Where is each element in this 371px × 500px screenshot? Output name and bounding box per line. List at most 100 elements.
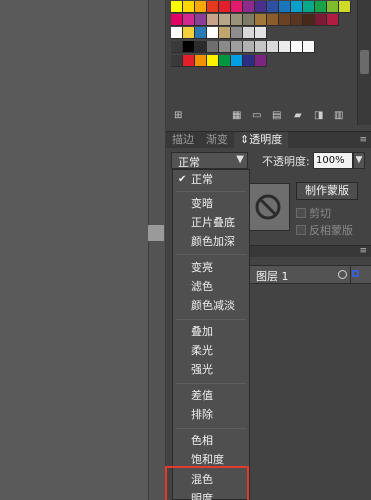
color-swatch[interactable] [315, 14, 327, 26]
layer-row[interactable]: 图层 1 [248, 265, 371, 284]
color-swatch[interactable] [267, 14, 279, 26]
menu-item-hard-light[interactable]: 强光 [173, 361, 249, 379]
color-swatch[interactable] [195, 55, 207, 67]
color-swatch[interactable] [207, 1, 219, 13]
swatch-kind-icon[interactable]: ▦ [232, 110, 244, 121]
color-swatch[interactable] [171, 27, 183, 39]
color-swatch[interactable] [207, 14, 219, 26]
menu-item-multiply[interactable]: 正片叠底 [173, 214, 249, 232]
selection-square-icon[interactable] [352, 270, 359, 277]
color-swatch[interactable] [171, 55, 183, 67]
color-swatch[interactable] [207, 55, 219, 67]
menu-item-difference[interactable]: 差值 [173, 387, 249, 405]
opacity-input[interactable]: 100% [313, 152, 353, 169]
color-swatch[interactable] [219, 27, 231, 39]
color-swatch[interactable] [207, 41, 219, 53]
invert-mask-option[interactable]: 反相蒙版 [296, 223, 353, 237]
color-swatch[interactable] [267, 1, 279, 13]
color-swatch[interactable] [195, 14, 207, 26]
color-swatch[interactable] [183, 41, 195, 53]
color-swatch[interactable] [171, 1, 183, 13]
color-swatch[interactable] [183, 1, 195, 13]
color-swatch[interactable] [327, 14, 339, 26]
swatch-options-icon[interactable]: ▭ [252, 110, 264, 121]
menu-item-color-dodge[interactable]: 颜色减淡 [173, 297, 249, 315]
tab-transparency[interactable]: ⇕透明度 [234, 132, 289, 149]
color-swatch[interactable] [219, 55, 231, 67]
color-swatch[interactable] [327, 1, 339, 13]
new-color-group-icon[interactable]: ▰ [294, 110, 306, 121]
menu-item-normal[interactable]: 正常 [173, 171, 249, 189]
color-swatch[interactable] [303, 41, 315, 53]
menu-item-color-burn[interactable]: 颜色加深 [173, 233, 249, 251]
color-swatch[interactable] [183, 55, 195, 67]
color-swatch[interactable] [219, 41, 231, 53]
color-swatch[interactable] [243, 41, 255, 53]
color-swatch[interactable] [207, 27, 219, 39]
panel-divider[interactable] [148, 0, 166, 500]
color-swatch[interactable] [219, 14, 231, 26]
color-swatch[interactable] [279, 41, 291, 53]
color-swatch[interactable] [243, 14, 255, 26]
menu-item-soft-light[interactable]: 柔光 [173, 342, 249, 360]
swatch-libraries-icon[interactable]: ⊞ [174, 110, 186, 121]
clip-checkbox[interactable] [296, 208, 306, 218]
color-swatch[interactable] [195, 27, 207, 39]
color-swatch[interactable] [291, 1, 303, 13]
opacity-dropdown-button[interactable]: ▼ [353, 152, 365, 169]
color-swatch[interactable] [219, 1, 231, 13]
color-swatch[interactable] [255, 27, 267, 39]
invert-mask-checkbox[interactable] [296, 225, 306, 235]
menu-item-lighten[interactable]: 变亮 [173, 259, 249, 277]
swatches-scrollbar[interactable] [357, 0, 371, 125]
menu-item-hue[interactable]: 色相 [173, 432, 249, 450]
menu-separator [176, 319, 246, 320]
tab-gradient[interactable]: 渐变 [200, 132, 234, 149]
color-swatch[interactable] [243, 55, 255, 67]
color-swatch[interactable] [171, 14, 183, 26]
color-swatch[interactable] [303, 1, 315, 13]
color-swatch[interactable] [255, 1, 267, 13]
menu-item-darken[interactable]: 变暗 [173, 195, 249, 213]
color-swatch[interactable] [231, 27, 243, 39]
artboard-canvas[interactable] [0, 0, 148, 500]
color-swatch[interactable] [171, 41, 183, 53]
new-swatch-icon[interactable]: ◨ [314, 110, 326, 121]
color-swatch[interactable] [291, 41, 303, 53]
color-swatch[interactable] [339, 1, 351, 13]
color-swatch[interactable] [231, 41, 243, 53]
make-mask-button[interactable]: 制作蒙版 [296, 182, 358, 200]
menu-item-exclusion[interactable]: 排除 [173, 406, 249, 424]
swatch-row [171, 41, 315, 53]
color-swatch[interactable] [183, 14, 195, 26]
color-swatch[interactable] [255, 55, 267, 67]
color-swatch[interactable] [231, 1, 243, 13]
color-swatch[interactable] [267, 41, 279, 53]
color-swatch[interactable] [231, 55, 243, 67]
menu-item-screen[interactable]: 滤色 [173, 278, 249, 296]
color-swatch[interactable] [255, 41, 267, 53]
trash-icon[interactable]: ▥ [334, 110, 346, 121]
menu-item-overlay[interactable]: 叠加 [173, 323, 249, 341]
tab-stroke[interactable]: 描边 [166, 132, 200, 149]
color-swatch[interactable] [195, 1, 207, 13]
blend-mode-select[interactable]: 正常 ▼ [171, 152, 248, 169]
scrollbar-thumb[interactable] [360, 50, 369, 74]
color-swatch[interactable] [183, 27, 195, 39]
color-swatch[interactable] [255, 14, 267, 26]
color-swatch[interactable] [195, 41, 207, 53]
color-swatch[interactable] [243, 1, 255, 13]
resize-grip[interactable] [148, 225, 164, 241]
panel-menu-icon[interactable]: ≡ [359, 135, 367, 145]
color-swatch[interactable] [303, 14, 315, 26]
color-swatch[interactable] [315, 1, 327, 13]
color-swatch[interactable] [279, 1, 291, 13]
color-group-icon[interactable]: ▤ [272, 110, 284, 121]
clip-option[interactable]: 剪切 [296, 206, 331, 220]
color-swatch[interactable] [279, 14, 291, 26]
target-circle-icon[interactable] [338, 270, 347, 279]
color-swatch[interactable] [291, 14, 303, 26]
color-swatch[interactable] [231, 14, 243, 26]
color-swatch[interactable] [243, 27, 255, 39]
layers-menu-icon[interactable]: ≡ [359, 246, 367, 256]
